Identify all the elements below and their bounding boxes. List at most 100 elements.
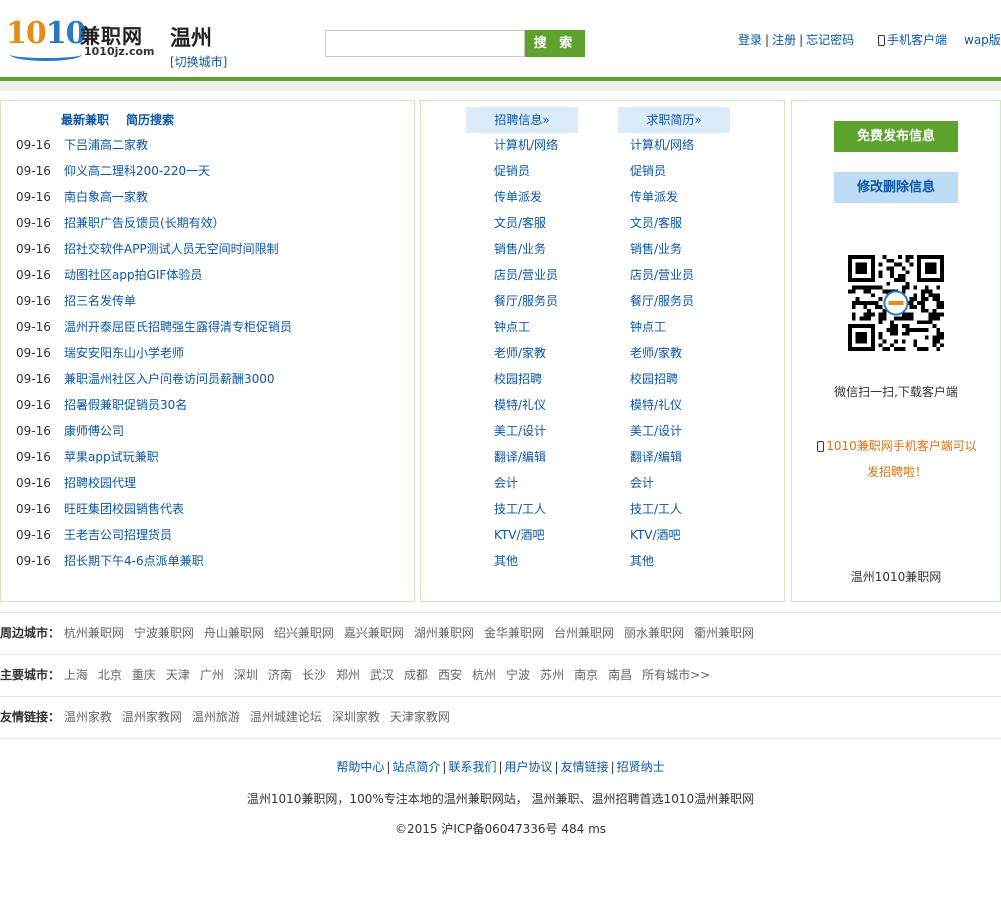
wap-link[interactable]: wap版 <box>964 31 1001 48</box>
resume-category-link[interactable]: 技工/工人 <box>630 496 682 522</box>
job-title-link[interactable]: 招兼职广告反馈员(长期有效） <box>64 216 225 230</box>
site-logo[interactable]: 1010 兼职网 1010jz.com <box>6 16 156 61</box>
job-title-link[interactable]: 南白象高一家教 <box>64 190 148 204</box>
resume-category-link[interactable]: 钟点工 <box>630 314 666 340</box>
resume-category-link[interactable]: 模特/礼仪 <box>630 392 682 418</box>
resume-category-link[interactable]: 文员/客服 <box>630 210 682 236</box>
nearby-city-link[interactable]: 舟山兼职网 <box>204 626 264 640</box>
recruit-category-link[interactable]: 促销员 <box>494 158 530 184</box>
app-promo-link[interactable]: 1010兼职网手机客户端可以发招聘啦！ <box>812 433 982 485</box>
tab-resume-search[interactable]: 简历搜索 <box>126 111 174 128</box>
publish-free-button[interactable]: 免费发布信息 <box>834 121 958 152</box>
recruit-category-link[interactable]: 店员/营业员 <box>494 262 558 288</box>
footer-link[interactable]: 联系我们 <box>448 760 496 774</box>
resume-category-link[interactable]: 餐厅/服务员 <box>630 288 694 314</box>
recruit-category-link[interactable]: 老师/家教 <box>494 340 546 366</box>
footer-link[interactable]: 招贤纳士 <box>617 760 665 774</box>
nearby-city-link[interactable]: 衢州兼职网 <box>694 626 754 640</box>
resume-header[interactable]: 求职简历» <box>618 107 730 133</box>
login-link[interactable]: 登录 <box>738 33 762 47</box>
major-city-link[interactable]: 成都 <box>404 668 428 682</box>
mobile-client-link[interactable]: 手机客户端 <box>878 31 947 48</box>
tab-latest-jobs[interactable]: 最新兼职 <box>61 111 109 128</box>
job-title-link[interactable]: 招三名发传单 <box>64 294 136 308</box>
recruit-category-link[interactable]: 会计 <box>494 470 518 496</box>
job-title-link[interactable]: 王老吉公司招理货员 <box>64 528 172 542</box>
footer-link[interactable]: 帮助中心 <box>336 760 384 774</box>
major-city-link[interactable]: 杭州 <box>472 668 496 682</box>
job-title-link[interactable]: 仰义高二理科200-220一天 <box>64 164 210 178</box>
major-city-link[interactable]: 西安 <box>438 668 462 682</box>
friend-link[interactable]: 深圳家教 <box>332 710 380 724</box>
recruit-category-link[interactable]: 翻译/编辑 <box>494 444 546 470</box>
recruit-category-link[interactable]: 传单派发 <box>494 184 542 210</box>
job-title-link[interactable]: 兼职温州社区入户问卷访问员薪酬3000 <box>64 372 275 386</box>
friend-link[interactable]: 温州家教 <box>64 710 112 724</box>
major-city-link[interactable]: 天津 <box>166 668 190 682</box>
recruit-category-link[interactable]: 文员/客服 <box>494 210 546 236</box>
switch-city-link[interactable]: [切换城市] <box>170 53 227 70</box>
recruit-category-link[interactable]: 技工/工人 <box>494 496 546 522</box>
major-city-link[interactable]: 长沙 <box>302 668 326 682</box>
major-city-link[interactable]: 所有城市>> <box>642 668 710 682</box>
footer-link[interactable]: 站点简介 <box>392 760 440 774</box>
resume-category-link[interactable]: 促销员 <box>630 158 666 184</box>
recruit-category-link[interactable]: 计算机/网络 <box>494 132 558 158</box>
major-city-link[interactable]: 郑州 <box>336 668 360 682</box>
forgot-password-link[interactable]: 忘记密码 <box>806 33 854 47</box>
resume-category-link[interactable]: 美工/设计 <box>630 418 682 444</box>
recruit-category-link[interactable]: 销售/业务 <box>494 236 546 262</box>
job-title-link[interactable]: 瑞安安阳东山小学老师 <box>64 346 184 360</box>
recruit-category-link[interactable]: 美工/设计 <box>494 418 546 444</box>
nearby-city-link[interactable]: 台州兼职网 <box>554 626 614 640</box>
major-city-link[interactable]: 济南 <box>268 668 292 682</box>
job-title-link[interactable]: 动图社区app拍GIF体验员 <box>64 268 202 282</box>
recruit-category-link[interactable]: 其他 <box>494 548 518 574</box>
major-city-link[interactable]: 上海 <box>64 668 88 682</box>
friend-link[interactable]: 天津家教网 <box>390 710 450 724</box>
major-city-link[interactable]: 宁波 <box>506 668 530 682</box>
major-city-link[interactable]: 武汉 <box>370 668 394 682</box>
major-city-link[interactable]: 苏州 <box>540 668 564 682</box>
recruit-info-header[interactable]: 招聘信息» <box>466 107 578 133</box>
recruit-category-link[interactable]: 模特/礼仪 <box>494 392 546 418</box>
register-link[interactable]: 注册 <box>772 33 796 47</box>
resume-category-link[interactable]: 其他 <box>630 548 654 574</box>
job-title-link[interactable]: 旺旺集团校园销售代表 <box>64 502 184 516</box>
search-button[interactable]: 搜 索 <box>525 30 585 57</box>
recruit-category-link[interactable]: 钟点工 <box>494 314 530 340</box>
recruit-category-link[interactable]: KTV/酒吧 <box>494 522 545 548</box>
resume-category-link[interactable]: KTV/酒吧 <box>630 522 681 548</box>
friend-link[interactable]: 温州家教网 <box>122 710 182 724</box>
resume-category-link[interactable]: 会计 <box>630 470 654 496</box>
major-city-link[interactable]: 南京 <box>574 668 598 682</box>
recruit-category-link[interactable]: 餐厅/服务员 <box>494 288 558 314</box>
resume-category-link[interactable]: 销售/业务 <box>630 236 682 262</box>
nearby-city-link[interactable]: 嘉兴兼职网 <box>344 626 404 640</box>
job-title-link[interactable]: 苹果app试玩兼职 <box>64 450 159 464</box>
footer-link[interactable]: 友情链接 <box>561 760 609 774</box>
nearby-city-link[interactable]: 杭州兼职网 <box>64 626 124 640</box>
nearby-city-link[interactable]: 金华兼职网 <box>484 626 544 640</box>
job-title-link[interactable]: 招社交软件APP测试人员无空间时间限制 <box>64 242 279 256</box>
nearby-city-link[interactable]: 湖州兼职网 <box>414 626 474 640</box>
major-city-link[interactable]: 重庆 <box>132 668 156 682</box>
job-title-link[interactable]: 温州开泰屈臣氏招聘强生露得清专柜促销员 <box>64 320 292 334</box>
resume-category-link[interactable]: 校园招聘 <box>630 366 678 392</box>
friend-link[interactable]: 温州城建论坛 <box>250 710 322 724</box>
resume-category-link[interactable]: 传单派发 <box>630 184 678 210</box>
major-city-link[interactable]: 南昌 <box>608 668 632 682</box>
edit-delete-button[interactable]: 修改删除信息 <box>834 172 958 203</box>
job-title-link[interactable]: 招暑假兼职促销员30名 <box>64 398 187 412</box>
job-title-link[interactable]: 康师傅公司 <box>64 424 124 438</box>
nearby-city-link[interactable]: 丽水兼职网 <box>624 626 684 640</box>
major-city-link[interactable]: 北京 <box>98 668 122 682</box>
job-title-link[interactable]: 招聘校园代理 <box>64 476 136 490</box>
resume-category-link[interactable]: 翻译/编辑 <box>630 444 682 470</box>
nearby-city-link[interactable]: 宁波兼职网 <box>134 626 194 640</box>
resume-category-link[interactable]: 计算机/网络 <box>630 132 694 158</box>
resume-category-link[interactable]: 店员/营业员 <box>630 262 694 288</box>
footer-link[interactable]: 用户协议 <box>505 760 553 774</box>
major-city-link[interactable]: 深圳 <box>234 668 258 682</box>
search-input[interactable] <box>325 30 525 57</box>
